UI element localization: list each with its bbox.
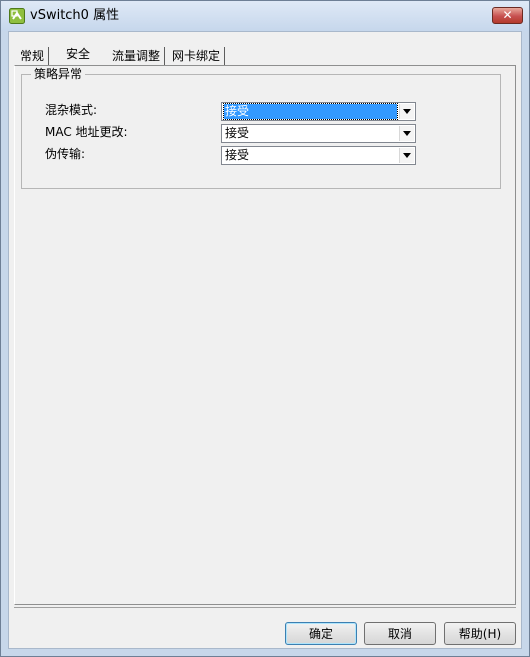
tab-label: 网卡绑定: [172, 49, 221, 63]
mac-address-changes-label: MAC 地址更改:: [45, 125, 128, 139]
promiscuous-mode-select[interactable]: 接受: [221, 102, 416, 121]
forged-transmits-label: 伪传输:: [45, 147, 86, 161]
cancel-button[interactable]: 取消: [364, 622, 436, 645]
forged-transmits-select[interactable]: 接受: [221, 146, 416, 165]
tab-traffic-shaping[interactable]: 流量调整: [108, 47, 166, 65]
dropdown-button[interactable]: [399, 104, 414, 119]
promiscuous-mode-label: 混杂模式:: [45, 103, 98, 117]
properties-dialog: vSwitch0 属性 ✕ 常规 安全 流量调整 网卡绑定 策略异常 混杂模式:…: [0, 0, 530, 657]
vsphere-network-icon: [9, 8, 25, 24]
tab-nic-teaming[interactable]: 网卡绑定: [168, 47, 226, 65]
chevron-down-icon: [403, 153, 411, 158]
select-value: 接受: [225, 126, 250, 140]
select-value: 接受: [223, 103, 398, 120]
dialog-body: 常规 安全 流量调整 网卡绑定 策略异常 混杂模式: 接受 MAC 地址更改: …: [8, 31, 522, 649]
tab-security[interactable]: 安全: [62, 45, 94, 65]
dropdown-button[interactable]: [399, 126, 414, 141]
title-bar[interactable]: vSwitch0 属性 ✕: [1, 1, 529, 31]
ok-button[interactable]: 确定: [285, 622, 357, 645]
close-button[interactable]: ✕: [492, 7, 523, 24]
tab-general[interactable]: 常规: [16, 47, 50, 65]
tab-label: 安全: [66, 47, 91, 61]
chevron-down-icon: [403, 131, 411, 136]
mac-address-changes-select[interactable]: 接受: [221, 124, 416, 143]
footer-divider: [14, 607, 516, 608]
group-title: 策略异常: [31, 66, 86, 82]
dropdown-button[interactable]: [399, 148, 414, 163]
help-button[interactable]: 帮助(H): [444, 622, 516, 645]
window-title: vSwitch0 属性: [30, 8, 120, 23]
select-value: 接受: [225, 148, 250, 162]
tab-label: 流量调整: [112, 49, 161, 63]
tab-label: 常规: [20, 49, 45, 63]
close-icon: ✕: [502, 8, 513, 22]
chevron-down-icon: [403, 109, 411, 114]
